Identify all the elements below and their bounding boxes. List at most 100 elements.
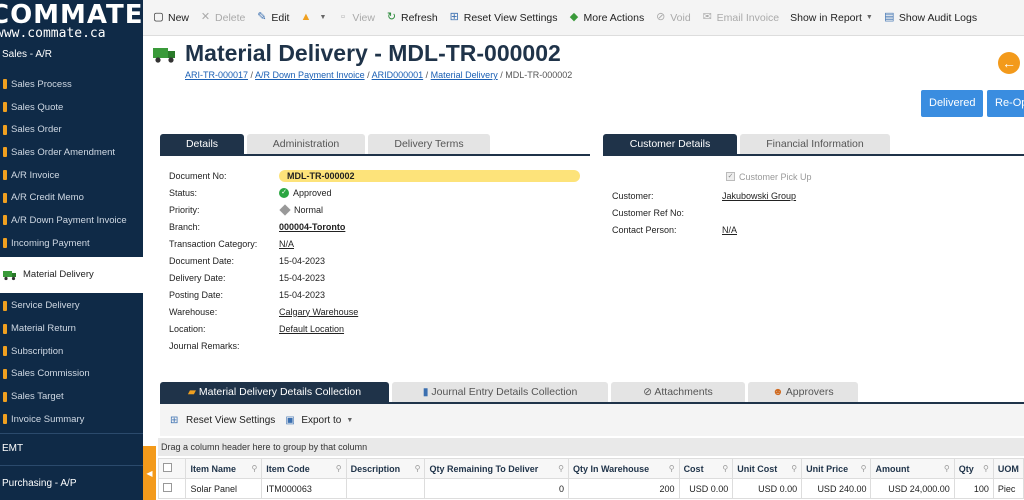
- warehouse-link[interactable]: Calgary Warehouse: [279, 307, 358, 317]
- export-to-dropdown[interactable]: ▣ Export to ▼: [285, 415, 353, 427]
- view-button[interactable]: ▫ View: [337, 12, 375, 24]
- filter-icon[interactable]: ⚲: [861, 464, 867, 473]
- column-header-cost[interactable]: Cost ⚲: [678, 458, 734, 479]
- column-header-amount[interactable]: Amount ⚲: [870, 458, 955, 479]
- column-header-item-code[interactable]: Item Code ⚲: [261, 458, 347, 479]
- select-all-header[interactable]: [157, 458, 187, 479]
- filter-icon[interactable]: ⚲: [251, 464, 257, 473]
- more-actions-button[interactable]: ◆ More Actions: [569, 12, 644, 24]
- filter-icon[interactable]: ⚲: [558, 464, 564, 473]
- sidebar-item-material-return[interactable]: Material Return: [0, 317, 143, 340]
- filter-icon[interactable]: ⚲: [415, 464, 421, 473]
- refresh-button[interactable]: ↻ Refresh: [386, 12, 438, 24]
- tab-details[interactable]: Details: [160, 134, 244, 154]
- column-header-uom[interactable]: UOM: [992, 458, 1024, 479]
- delivered-button[interactable]: Delivered: [921, 90, 984, 117]
- column-header-qty-remaining[interactable]: Qty Remaining To Deliver ⚲: [424, 458, 569, 479]
- breadcrumb-link[interactable]: ARID000001: [372, 70, 424, 80]
- sidebar-item-label: Material Delivery: [23, 269, 94, 280]
- sidebar-item-material-delivery[interactable]: Material Delivery: [0, 256, 143, 293]
- column-header-unit-cost[interactable]: Unit Cost ⚲: [732, 458, 803, 479]
- sidebar-item-ar-down-payment-invoice[interactable]: A/R Down Payment Invoice: [0, 209, 143, 232]
- edit-button[interactable]: ✎ Edit: [256, 12, 289, 24]
- filter-icon[interactable]: ⚲: [669, 464, 675, 473]
- tab-attachments[interactable]: ⊘ Attachments: [611, 382, 745, 402]
- tab-financial-information[interactable]: Financial Information: [740, 134, 890, 154]
- show-audit-logs-button[interactable]: ▤ Show Audit Logs: [884, 12, 977, 24]
- menu-icon: [3, 102, 7, 113]
- tab-administration[interactable]: Administration: [247, 134, 365, 154]
- filter-icon[interactable]: ⚲: [983, 464, 989, 473]
- sidebar-item-incoming-payment[interactable]: Incoming Payment: [0, 232, 143, 255]
- column-header-description[interactable]: Description ⚲: [345, 458, 426, 479]
- back-arrow-icon[interactable]: ←: [998, 52, 1020, 74]
- export-icon: ▣: [285, 415, 295, 426]
- reset-view-settings-button[interactable]: ⊞ Reset View Settings: [449, 12, 558, 24]
- sidebar-item-sales-order[interactable]: Sales Order: [0, 118, 143, 141]
- row-checkbox[interactable]: [163, 483, 172, 492]
- customer-pickup-checkbox[interactable]: ✓: [726, 172, 735, 181]
- void-button[interactable]: ⊘ Void: [655, 12, 691, 24]
- filter-icon[interactable]: ⚲: [791, 464, 797, 473]
- branch-link[interactable]: 000004-Toronto: [279, 222, 345, 232]
- column-header-item-name[interactable]: Item Name ⚲: [185, 458, 263, 479]
- show-in-report-dropdown[interactable]: Show in Report ▼: [790, 12, 873, 24]
- logo-brand: COMMATE: [0, 0, 143, 30]
- customer-link[interactable]: Jakubowski Group: [722, 191, 796, 201]
- sidebar: COMMATE www.commate.ca Sales - A/R Sales…: [0, 0, 143, 500]
- delete-button[interactable]: ✕ Delete: [200, 12, 245, 24]
- actions-dropdown[interactable]: ▲ ▼: [300, 12, 327, 23]
- filter-icon[interactable]: ⚲: [722, 464, 728, 473]
- filter-icon[interactable]: ⚲: [944, 464, 950, 473]
- sidebar-item-sales-quote[interactable]: Sales Quote: [0, 96, 143, 119]
- contact-person-link[interactable]: N/A: [722, 225, 737, 235]
- sidebar-collapse-button[interactable]: ◀: [143, 446, 156, 500]
- column-header-qty-in-warehouse[interactable]: Qty In Warehouse ⚲: [568, 458, 680, 479]
- menu-icon: [3, 368, 7, 379]
- sidebar-item-label: Incoming Payment: [11, 237, 90, 249]
- tab-delivery-terms[interactable]: Delivery Terms: [368, 134, 490, 154]
- reopen-button[interactable]: Re-Op: [987, 90, 1024, 117]
- sidebar-item-ar-credit-memo[interactable]: A/R Credit Memo: [0, 186, 143, 209]
- column-header-unit-price[interactable]: Unit Price ⚲: [801, 458, 872, 479]
- customer-label: Customer:: [612, 190, 654, 201]
- new-doc-icon: ▢: [153, 11, 164, 23]
- sidebar-item-sales-commission[interactable]: Sales Commission: [0, 363, 143, 386]
- table-row[interactable]: Solar Panel ITM000063 0 200 USD 0.00 USD…: [157, 478, 1024, 499]
- sidebar-item-subscription[interactable]: Subscription: [0, 340, 143, 363]
- sidebar-item-ar-invoice[interactable]: A/R Invoice: [0, 164, 143, 187]
- check-circle-icon: ✓: [279, 187, 289, 198]
- column-header-qty[interactable]: Qty ⚲: [953, 458, 994, 479]
- tab-label: Attachments: [654, 386, 713, 398]
- filter-icon[interactable]: ⚲: [336, 464, 342, 473]
- tab-label: Journal Entry Details Collection: [431, 386, 578, 398]
- document-no-label: Document No:: [169, 170, 227, 181]
- menu-icon: [3, 346, 7, 357]
- sidebar-item-invoice-summary[interactable]: Invoice Summary: [0, 408, 143, 431]
- tab-journal-entry-details[interactable]: ▮ Journal Entry Details Collection: [392, 382, 608, 402]
- logo[interactable]: COMMATE www.commate.ca: [0, 0, 143, 44]
- grid-reset-view-button[interactable]: ⊞ Reset View Settings: [170, 415, 275, 427]
- column-label: Description: [350, 463, 401, 474]
- breadcrumb-link[interactable]: ARI-TR-000017: [185, 70, 248, 80]
- transaction-category-link[interactable]: N/A: [279, 239, 294, 249]
- email-invoice-button[interactable]: ✉ Email Invoice: [702, 12, 780, 24]
- group-by-panel[interactable]: Drag a column header here to group by th…: [158, 438, 1024, 456]
- select-all-checkbox[interactable]: [163, 463, 172, 472]
- breadcrumb-link[interactable]: A/R Down Payment Invoice: [255, 70, 365, 80]
- tab-approvers[interactable]: ☻ Approvers: [748, 382, 858, 402]
- breadcrumb-link[interactable]: Material Delivery: [431, 70, 498, 80]
- tab-material-delivery-details[interactable]: ▰ Material Delivery Details Collection: [160, 382, 389, 402]
- cell-unit-cost: USD 0.00: [732, 478, 803, 499]
- sidebar-item-sales-target[interactable]: Sales Target: [0, 385, 143, 408]
- sidebar-item-service-delivery[interactable]: Service Delivery: [0, 295, 143, 318]
- new-button[interactable]: ▢ New: [153, 12, 189, 24]
- location-link[interactable]: Default Location: [279, 324, 344, 334]
- section-sales-ar[interactable]: Sales - A/R: [0, 44, 143, 66]
- branch-label: Branch:: [169, 221, 201, 232]
- sidebar-item-sales-order-amendment[interactable]: Sales Order Amendment: [0, 141, 143, 164]
- sidebar-item-sales-process[interactable]: Sales Process: [0, 73, 143, 96]
- section-purchasing-ap[interactable]: Purchasing - A/P: [0, 465, 143, 500]
- section-emt[interactable]: EMT: [0, 433, 143, 463]
- tab-customer-details[interactable]: Customer Details: [603, 134, 737, 154]
